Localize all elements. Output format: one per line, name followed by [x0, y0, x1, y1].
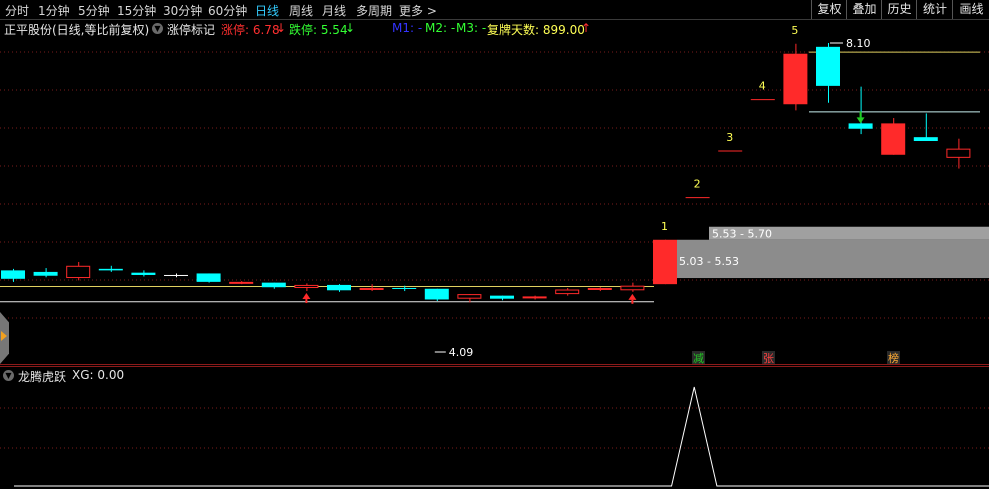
expand-arrow-icon[interactable] — [1, 331, 7, 341]
period-tab-5min[interactable]: 5分钟 — [78, 2, 110, 19]
event-tag-box — [692, 351, 705, 364]
limit-down-label: 跌停: 5.54 — [289, 23, 348, 37]
candle-body — [490, 295, 514, 299]
statistics-button[interactable]: 统计 — [916, 0, 953, 19]
high-price-annotation: 8.10 — [846, 37, 871, 50]
period-tab-15min[interactable]: 15分钟 — [117, 2, 156, 19]
candle-body — [848, 123, 873, 129]
limit-up-count-label: 1 — [661, 220, 668, 233]
candlestick-chart[interactable]: 123455.03 - 5.535.53 - 5.708.104.09 减张榜 — [0, 0, 989, 489]
limit-up-arrow-icon: ↓ — [276, 21, 287, 35]
candle-body — [913, 137, 938, 141]
candle-body — [881, 123, 906, 155]
period-tab-more[interactable]: 更多 > — [399, 2, 437, 19]
candle-body — [294, 284, 319, 288]
event-tag: 榜 — [888, 351, 899, 365]
candle-body — [620, 285, 645, 291]
overlay-button[interactable]: 叠加 — [846, 0, 882, 19]
period-tab-60min[interactable]: 60分钟 — [208, 2, 247, 19]
indicator-name[interactable]: 涨停标记 — [167, 21, 215, 38]
candle-body — [424, 288, 449, 300]
candle-body — [816, 46, 840, 86]
sell-signal-icon — [856, 117, 865, 124]
buy-signal-icon — [302, 293, 311, 300]
event-tag: 张 — [763, 352, 774, 365]
sub-indicator-line — [14, 386, 989, 487]
candle-body — [196, 273, 221, 282]
candle-body — [783, 53, 808, 105]
candle-body — [66, 265, 91, 279]
period-tab-daily[interactable]: 日线 — [255, 2, 279, 19]
sub-indicator-name[interactable]: 龙腾虎跃 — [18, 368, 66, 385]
period-tab-monthly[interactable]: 月线 — [322, 2, 346, 19]
candle-body — [457, 294, 482, 299]
price-box-label: 5.03 - 5.53 — [679, 255, 739, 268]
m3-label: M3: - — [456, 21, 487, 35]
candle-body — [164, 274, 188, 276]
limit-up-count-label: 3 — [726, 131, 733, 144]
limit-up-count-label: 4 — [759, 80, 766, 93]
candle-body — [392, 287, 417, 289]
sub-indicator-value: XG: 0.00 — [72, 368, 125, 382]
candle-body — [131, 272, 156, 275]
candle-body — [587, 287, 612, 290]
buy-signal-icon — [628, 293, 637, 300]
stock-title[interactable]: 正平股份(日线,等比前复权) — [4, 21, 149, 38]
history-button[interactable]: 历史 — [881, 0, 917, 19]
chevron-down-icon[interactable]: ▼ — [3, 370, 14, 381]
candle-body — [98, 268, 123, 271]
candle-body — [327, 284, 351, 291]
limit-up-label: 涨停: 6.78 — [221, 23, 280, 37]
limit-down-arrow-icon: ↓ — [345, 21, 356, 35]
price-box-high — [709, 226, 989, 240]
candle-body — [653, 239, 677, 285]
event-tag-box — [762, 351, 775, 364]
period-tab-weekly[interactable]: 周线 — [289, 2, 313, 19]
reopen-arrow-icon: ↑ — [581, 21, 592, 35]
low-price-annotation: 4.09 — [449, 346, 474, 359]
event-tag-box — [887, 351, 900, 364]
period-tab-multi[interactable]: 多周期 — [356, 2, 392, 19]
candle-body — [522, 296, 547, 299]
limit-up-count-label: 2 — [694, 178, 701, 191]
candle-body — [33, 271, 58, 276]
candle-body — [261, 282, 286, 288]
candle-body — [555, 289, 580, 295]
period-toolbar: 分时 1分钟 5分钟 15分钟 30分钟 60分钟 日线 周线 月线 多周期 更… — [0, 0, 989, 19]
m1-label: M1: - — [392, 21, 423, 35]
restore-rights-button[interactable]: 复权 — [811, 0, 847, 19]
candle-body — [229, 281, 254, 284]
candle-body — [946, 148, 971, 158]
drawing-button[interactable]: 画线 — [952, 0, 989, 19]
period-tab-1min[interactable]: 1分钟 — [38, 2, 70, 19]
period-tab-30min[interactable]: 30分钟 — [163, 2, 202, 19]
candle-body — [1, 270, 25, 279]
event-tag: 减 — [693, 352, 704, 365]
reopen-days-label: 复牌天数: 899.00 — [487, 23, 585, 37]
candle-body — [359, 287, 384, 290]
chevron-down-icon[interactable]: ▼ — [152, 23, 163, 34]
price-box-low — [677, 239, 989, 279]
chart-info-bar: 正平股份(日线,等比前复权) ▼ 涨停标记 涨停: 6.78 ↓ 跌停: 5.5… — [0, 21, 989, 37]
price-box-label: 5.53 - 5.70 — [712, 228, 772, 241]
m2-label: M2: - — [425, 21, 456, 35]
period-tab-fenshi[interactable]: 分时 — [5, 2, 29, 19]
